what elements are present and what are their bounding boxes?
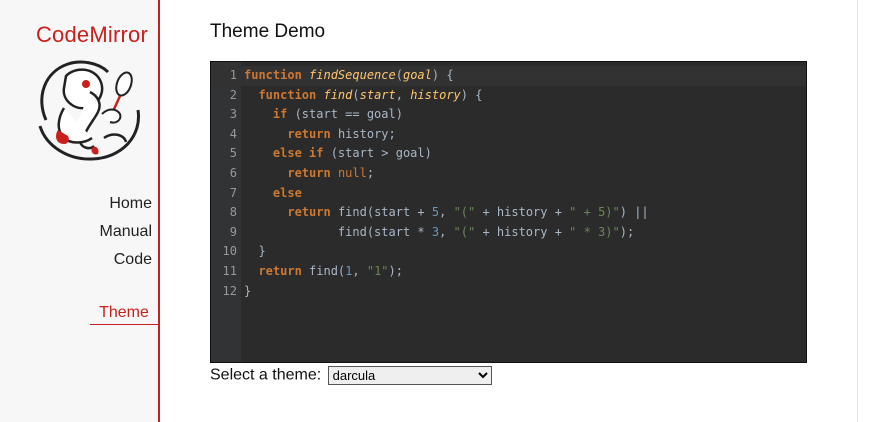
nav-home-link[interactable]: Home: [100, 190, 152, 218]
code-line[interactable]: 5 else if (start > goal): [211, 144, 806, 164]
page-root: CodeMirror Home Manual Code Theme Theme …: [0, 0, 891, 422]
code-line[interactable]: 4 return history;: [211, 125, 806, 145]
theme-select[interactable]: darcula: [327, 366, 492, 385]
code-line[interactable]: 1 function findSequence(goal) {: [211, 66, 806, 86]
code-line[interactable]: 2 function find(start, history) {: [211, 86, 806, 106]
line-number: 10: [222, 244, 237, 259]
line-number: 6: [229, 166, 237, 180]
nav-manual-link[interactable]: Manual: [100, 218, 152, 246]
page-title: Theme Demo: [210, 21, 326, 42]
code-line[interactable]: 8 return find(start + 5, "(" + history +…: [211, 203, 806, 223]
theme-selector-row: Select a theme: darcula: [210, 366, 492, 385]
brand-title[interactable]: CodeMirror: [36, 22, 148, 48]
line-number: 5: [229, 146, 237, 161]
codemirror-logo-icon: [38, 60, 140, 161]
theme-select-label: Select a theme:: [210, 366, 322, 384]
line-number: 9: [229, 224, 237, 239]
code-line[interactable]: 3 if (start == goal): [211, 105, 806, 125]
code-line[interactable]: 12}: [211, 282, 806, 302]
sidebar: CodeMirror Home Manual Code Theme: [0, 0, 160, 422]
nav-theme-link[interactable]: Theme: [90, 302, 158, 325]
line-number: 4: [229, 126, 237, 141]
line-number: 12: [222, 283, 237, 298]
sidebar-nav: Home Manual Code Theme: [90, 190, 158, 325]
line-number: 3: [229, 107, 237, 122]
code-line[interactable]: 9 find(start * 3, "(" + history + " * 3)…: [211, 223, 806, 243]
code-editor[interactable]: 1 function findSequence(goal) { 2 functio…: [210, 61, 807, 363]
line-number: 1: [229, 68, 237, 82]
code-line[interactable]: 6 return null;: [211, 164, 806, 184]
line-number: 8: [229, 205, 237, 220]
line-number: 2: [229, 87, 237, 102]
code-line[interactable]: 10 }: [211, 242, 806, 262]
code-line[interactable]: 11 return find(1, "1");: [211, 262, 806, 282]
line-number: 7: [229, 185, 237, 200]
line-number: 11: [222, 264, 237, 278]
page-right-border: [857, 0, 858, 422]
code-line[interactable]: 7 else: [211, 184, 806, 204]
nav-code-link[interactable]: Code: [100, 246, 152, 274]
